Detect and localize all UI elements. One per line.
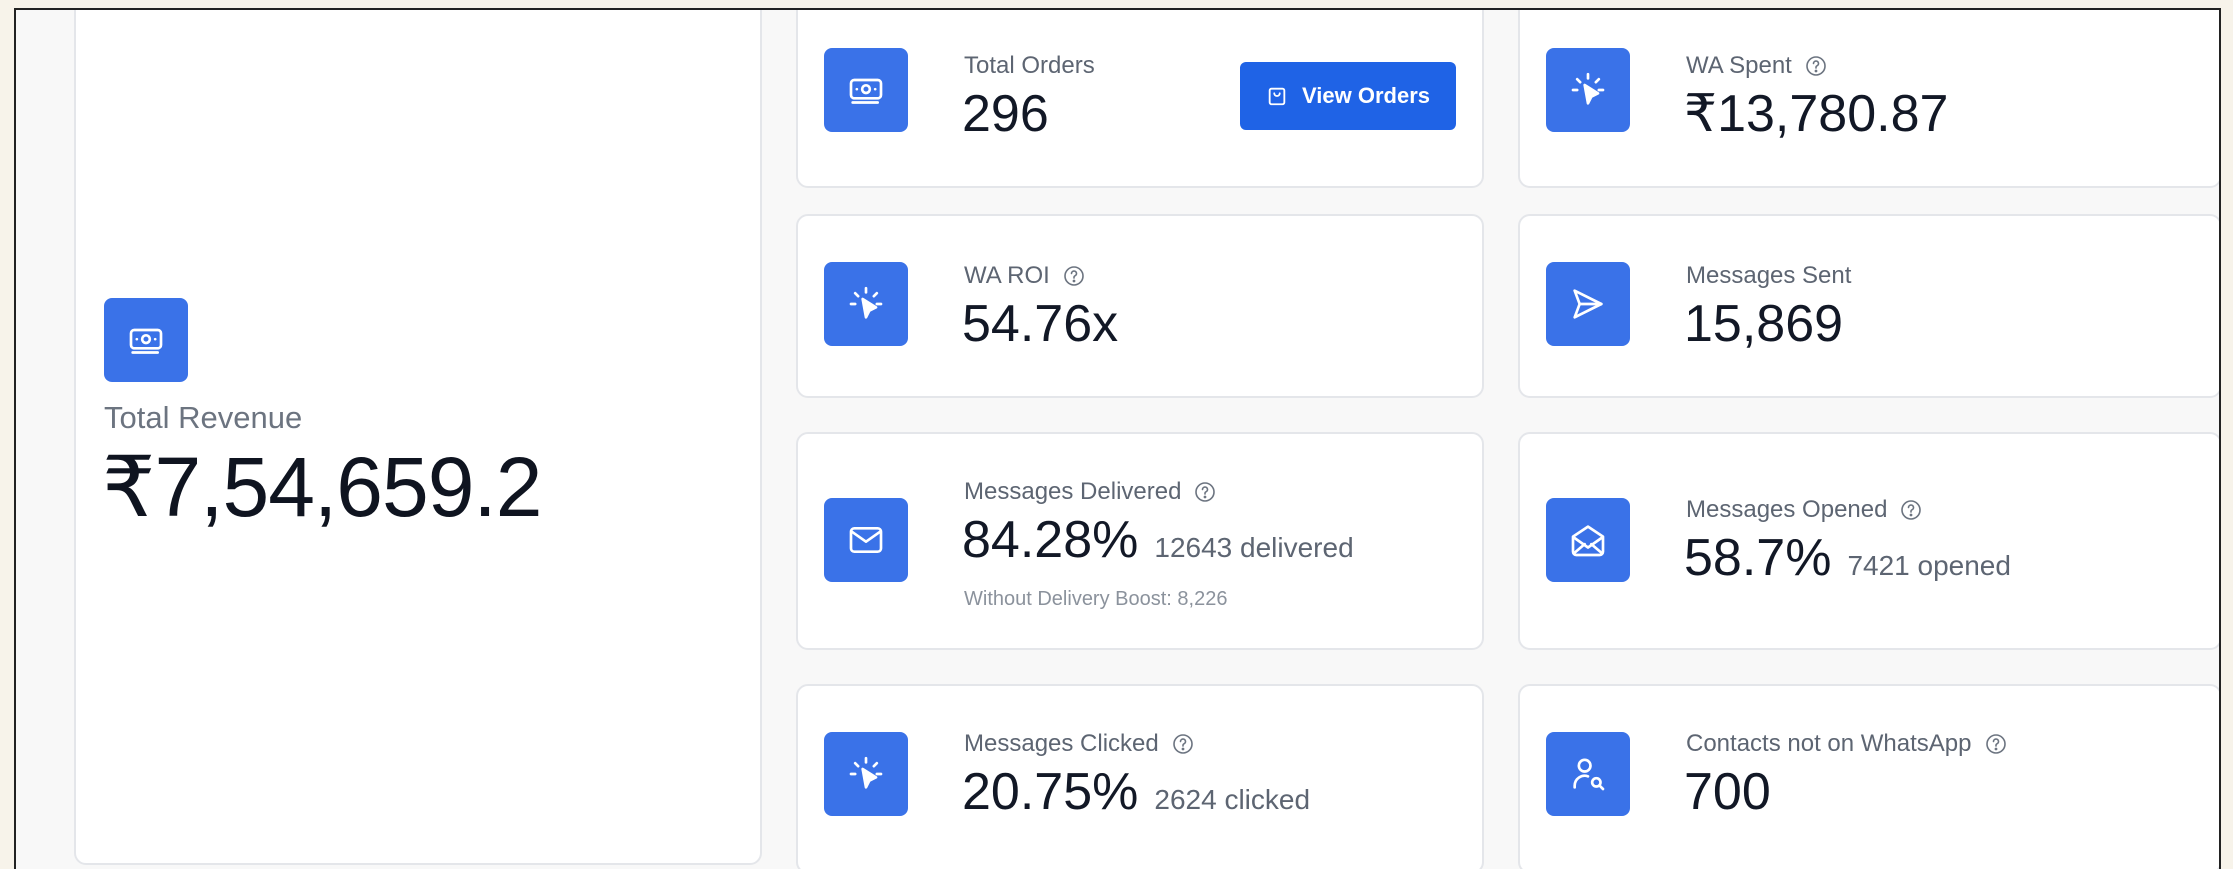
total-orders-card: Total Orders 296 View Orders <box>796 10 1484 188</box>
messages-delivered-count: 12643 delivered <box>1154 532 1354 563</box>
wa-roi-card: WA ROI 54.76x <box>796 214 1484 398</box>
help-icon[interactable] <box>1062 264 1086 288</box>
help-icon[interactable] <box>1193 480 1217 504</box>
messages-clicked-label: Messages Clicked <box>964 730 1195 758</box>
contacts-not-on-whatsapp-value: 700 <box>1684 763 1771 821</box>
view-orders-label: View Orders <box>1302 83 1430 108</box>
messages-delivered-value: 84.28% 12643 delivered <box>962 511 1354 569</box>
help-icon[interactable] <box>1804 54 1828 78</box>
mail-icon <box>824 498 908 582</box>
money-icon <box>824 48 908 132</box>
messages-opened-label: Messages Opened <box>1686 496 1923 524</box>
messages-clicked-count: 2624 clicked <box>1154 784 1311 815</box>
messages-clicked-value: 20.75% 2624 clicked <box>962 763 1311 821</box>
send-icon <box>1546 262 1630 346</box>
total-orders-label: Total Orders <box>964 52 1095 79</box>
messages-opened-count: 7421 opened <box>1847 550 2011 581</box>
cursor-click-icon <box>824 262 908 346</box>
total-orders-value: 296 <box>962 85 1049 143</box>
messages-delivered-card: Messages Delivered 84.28% 12643 delivere… <box>796 432 1484 650</box>
messages-sent-value: 15,869 <box>1684 295 1844 353</box>
contacts-not-on-whatsapp-label: Contacts not on WhatsApp <box>1686 730 2008 758</box>
shopping-bag-icon <box>1268 87 1286 106</box>
help-icon[interactable] <box>1899 498 1923 522</box>
money-icon <box>104 298 188 382</box>
messages-sent-label: Messages Sent <box>1686 262 1852 289</box>
messages-delivered-label: Messages Delivered <box>964 478 1217 506</box>
delivery-boost-note: Without Delivery Boost: 8,226 <box>964 588 1228 610</box>
view-orders-button[interactable]: View Orders <box>1240 62 1456 130</box>
mail-open-icon <box>1546 498 1630 582</box>
messages-clicked-card: Messages Clicked 20.75% 2624 clicked <box>796 684 1484 869</box>
wa-spent-label: WA Spent <box>1686 52 1828 80</box>
total-revenue-card: Total Revenue ₹7,54,659.2 <box>74 10 762 865</box>
wa-spent-value: ₹13,780.87 <box>1684 85 1949 143</box>
wa-roi-value: 54.76x <box>962 295 1119 353</box>
help-icon[interactable] <box>1984 732 2008 756</box>
wa-spent-card: WA Spent ₹13,780.87 <box>1518 10 2219 188</box>
dashboard-frame: Total Revenue ₹7,54,659.2 Total Orders 2… <box>14 8 2221 869</box>
contacts-not-on-whatsapp-card: Contacts not on WhatsApp 700 <box>1518 684 2219 869</box>
cursor-click-icon <box>1546 48 1630 132</box>
user-search-icon <box>1546 732 1630 816</box>
wa-roi-label: WA ROI <box>964 262 1086 290</box>
messages-sent-card: Messages Sent 15,869 <box>1518 214 2219 398</box>
help-icon[interactable] <box>1171 732 1195 756</box>
messages-opened-value: 58.7% 7421 opened <box>1684 529 2011 587</box>
total-revenue-label: Total Revenue <box>104 400 303 435</box>
cursor-click-icon <box>824 732 908 816</box>
total-revenue-value: ₹7,54,659.2 <box>102 440 542 534</box>
messages-opened-card: Messages Opened 58.7% 7421 opened <box>1518 432 2219 650</box>
